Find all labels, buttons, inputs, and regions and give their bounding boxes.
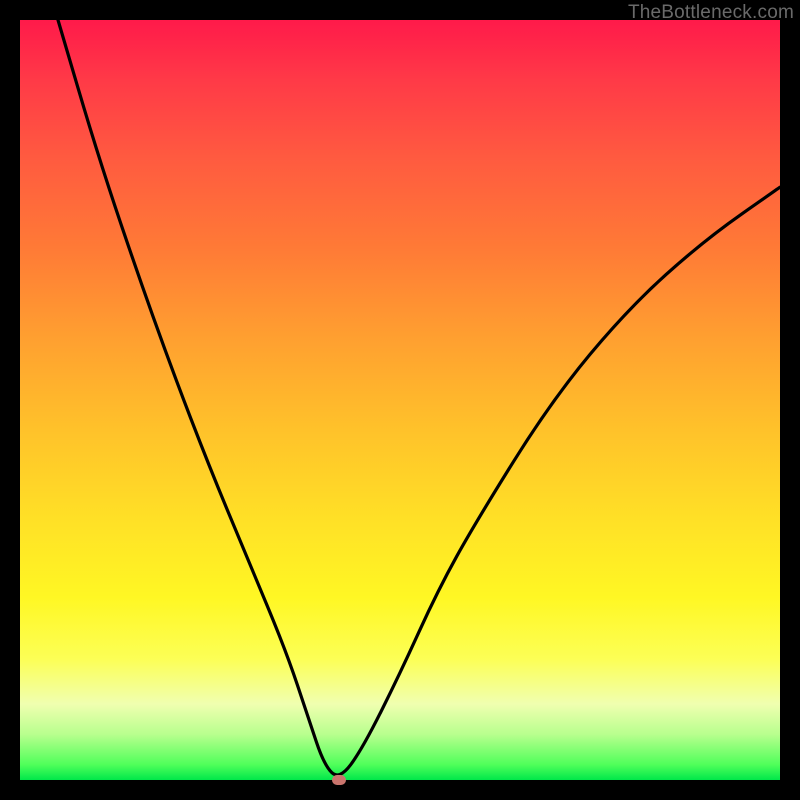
chart-frame: TheBottleneck.com — [0, 0, 800, 800]
watermark-text: TheBottleneck.com — [628, 2, 794, 24]
minimum-marker — [332, 775, 346, 785]
bottleneck-curve — [20, 20, 780, 780]
plot-area — [20, 20, 780, 780]
